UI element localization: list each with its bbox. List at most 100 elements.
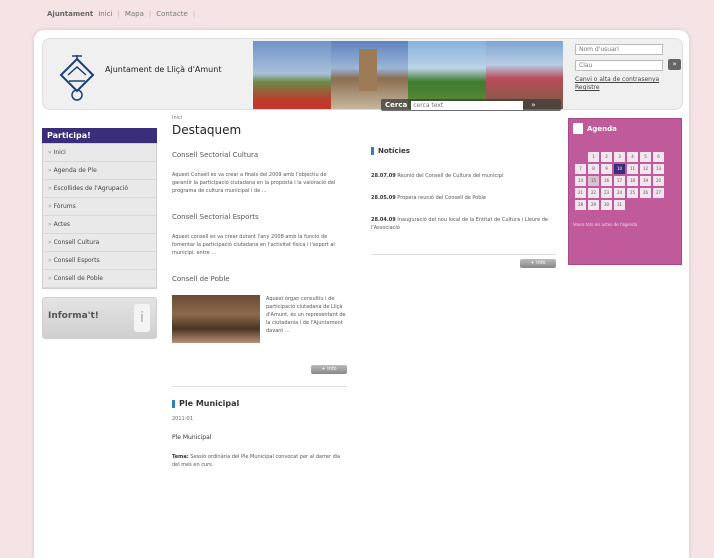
top-navigation: Ajuntament Inici | Mapa | Contacte |	[47, 10, 195, 18]
search-go-button[interactable]: »	[531, 101, 535, 109]
sidebar-item-home[interactable]: Inici	[43, 144, 156, 162]
topbar-link-map[interactable]: Mapa	[125, 10, 144, 18]
organization-name[interactable]: Ajuntament de Lliçà d'Amunt	[105, 64, 225, 76]
topbar-link-home[interactable]: Inici	[98, 10, 112, 18]
news-text: Propera reunió del Consell de Poble	[397, 195, 486, 201]
calendar-day[interactable]: 22	[588, 188, 599, 198]
calendar-day[interactable]: 2	[601, 152, 612, 162]
divider: |	[117, 10, 120, 18]
sidebar-item-actes[interactable]: Actes	[43, 216, 156, 234]
breadcrumb[interactable]: Inici	[172, 115, 347, 121]
ple-text-body: Sessió ordinària del Ple Municipal convo…	[172, 454, 341, 468]
topbar-brand[interactable]: Ajuntament	[47, 10, 93, 18]
search-input[interactable]	[411, 100, 524, 110]
sidebar-menu: Inici Agenda de Ple Escollides de l'Agru…	[42, 143, 157, 289]
calendar-day	[653, 200, 664, 210]
informat-banner[interactable]: Informa't! i	[42, 297, 157, 339]
calendar-day[interactable]: 20	[653, 176, 664, 186]
sidebar-item-forums[interactable]: Fòrums	[43, 198, 156, 216]
calendar-day[interactable]: 15	[588, 176, 599, 186]
calendar-day[interactable]: 19	[640, 176, 651, 186]
site-header: Ajuntament de Lliçà d'Amunt Cerca » » Ca…	[42, 38, 683, 111]
meeting-photo[interactable]	[172, 295, 260, 343]
calendar-day[interactable]: 23	[601, 188, 612, 198]
news-date: 28.07.09	[371, 173, 396, 179]
page-container: Ajuntament de Lliçà d'Amunt Cerca » » Ca…	[34, 30, 689, 558]
calendar-day	[575, 152, 586, 162]
agenda-title[interactable]: Agenda	[587, 125, 617, 133]
ple-heading: Ple Municipal	[172, 399, 347, 408]
news-heading: Notícies	[371, 147, 556, 155]
news-item[interactable]: 28.04.09 Inauguració del nou local de la…	[371, 216, 556, 232]
calendar-day[interactable]: 3	[614, 152, 625, 162]
ple-text: Tema: Sessió ordinària del Ple Municipal…	[172, 453, 347, 469]
sidebar-item-escollides[interactable]: Escollides de l'Agrupació	[43, 180, 156, 198]
topbar-link-contact[interactable]: Contacte	[156, 10, 188, 18]
section-title-poble[interactable]: Consell de Poble	[172, 275, 347, 283]
calendar-day[interactable]: 7	[575, 164, 586, 174]
town-crest-logo[interactable]	[57, 53, 97, 101]
sidebar-item-consell-cultura[interactable]: Consell Cultura	[43, 234, 156, 252]
info-icon: i	[134, 304, 150, 332]
sidebar-item-consell-esports[interactable]: Consell Esports	[43, 252, 156, 270]
calendar-day[interactable]: 29	[588, 200, 599, 210]
news-more-button[interactable]: + info	[520, 259, 556, 268]
section-title-esports[interactable]: Consell Sectorial Esports	[172, 213, 347, 221]
calendar-day[interactable]: 11	[627, 164, 638, 174]
ple-title[interactable]: Ple Municipal	[179, 399, 239, 408]
news-item[interactable]: 28.07.09 Reunió del Consell de Cultura d…	[371, 172, 556, 180]
news-list: Notícies 28.07.09 Reunió del Consell de …	[371, 147, 556, 255]
news-date: 28.05.09	[371, 195, 396, 201]
section-title-cultura[interactable]: Consell Sectorial Cultura	[172, 151, 347, 159]
news-text: Inauguració del nou local de la Entitat …	[371, 217, 548, 231]
calendar-grid: 1 2 3 4 5 6 7 8 9 10 11 12 13 14 15 16 17 18 19 20 21 22 23 24 2…	[575, 152, 677, 210]
section-poble-body: Aquest òrgan consultiu i de participació…	[172, 295, 347, 343]
calendar-icon	[573, 123, 583, 134]
calendar-day[interactable]: 17	[614, 176, 625, 186]
calendar-day[interactable]: 4	[627, 152, 638, 162]
calendar-day[interactable]: 14	[575, 176, 586, 186]
calendar-day[interactable]: 24	[614, 188, 625, 198]
calendar-day[interactable]: 21	[575, 188, 586, 198]
news-item[interactable]: 28.05.09 Propera reunió del Consell de P…	[371, 194, 556, 202]
calendar-day[interactable]: 9	[601, 164, 612, 174]
divider: |	[148, 10, 152, 18]
calendar-day[interactable]: 26	[640, 188, 651, 198]
calendar-day[interactable]: 25	[627, 188, 638, 198]
password-field[interactable]	[575, 60, 663, 71]
calendar-day[interactable]: 13	[653, 164, 664, 174]
calendar-day[interactable]: 12	[640, 164, 651, 174]
calendar-day[interactable]: 28	[575, 200, 586, 210]
section-text-poble: Aquest òrgan consultiu i de participació…	[266, 296, 346, 334]
calendar-day[interactable]: 30	[601, 200, 612, 210]
login-form: » Canvi o alta de contrasenya Registre	[575, 44, 681, 92]
calendar-day[interactable]: 8	[588, 164, 599, 174]
calendar-day[interactable]: 16	[601, 176, 612, 186]
ple-date: 2011-01	[172, 416, 193, 422]
calendar-day[interactable]: 31	[614, 200, 625, 210]
calendar-day[interactable]: 18	[627, 176, 638, 186]
sidebar: Participa! Inici Agenda de Ple Escollide…	[42, 128, 157, 339]
agenda-footer[interactable]: Veure tots els actes de l'agenda	[573, 222, 677, 227]
news-date: 28.04.09	[371, 217, 396, 223]
login-go-button[interactable]: »	[668, 59, 681, 70]
sidebar-item-consell-poble[interactable]: Consell de Poble	[43, 270, 156, 288]
calendar-day[interactable]: 5	[640, 152, 651, 162]
calendar-day[interactable]: 27	[653, 188, 664, 198]
calendar-day[interactable]: 6	[653, 152, 664, 162]
username-field[interactable]	[575, 44, 663, 55]
search-label: Cerca	[385, 101, 408, 109]
more-info-button[interactable]: + info	[311, 365, 347, 374]
calendar-day[interactable]: 10	[614, 164, 625, 174]
forgot-password-link[interactable]: Canvi o alta de contrasenya	[575, 76, 675, 84]
agenda-widget: Agenda 1 2 3 4 5 6 7 8 9 10 11 12 13 14 15 16 17 18 19 20 21…	[568, 118, 682, 265]
divider	[172, 386, 347, 387]
informat-title: Informa't!	[48, 311, 99, 321]
calendar-day[interactable]: 1	[588, 152, 599, 162]
section-text-esports: Aquest consell es va crear durant l'any …	[172, 234, 335, 256]
news-title: Notícies	[378, 147, 410, 155]
sidebar-item-agenda[interactable]: Agenda de Ple	[43, 162, 156, 180]
bullet-icon	[172, 399, 175, 408]
register-link[interactable]: Registre	[575, 84, 675, 92]
main-content: Inici Destaquem Consell Sectorial Cultur…	[172, 115, 347, 469]
